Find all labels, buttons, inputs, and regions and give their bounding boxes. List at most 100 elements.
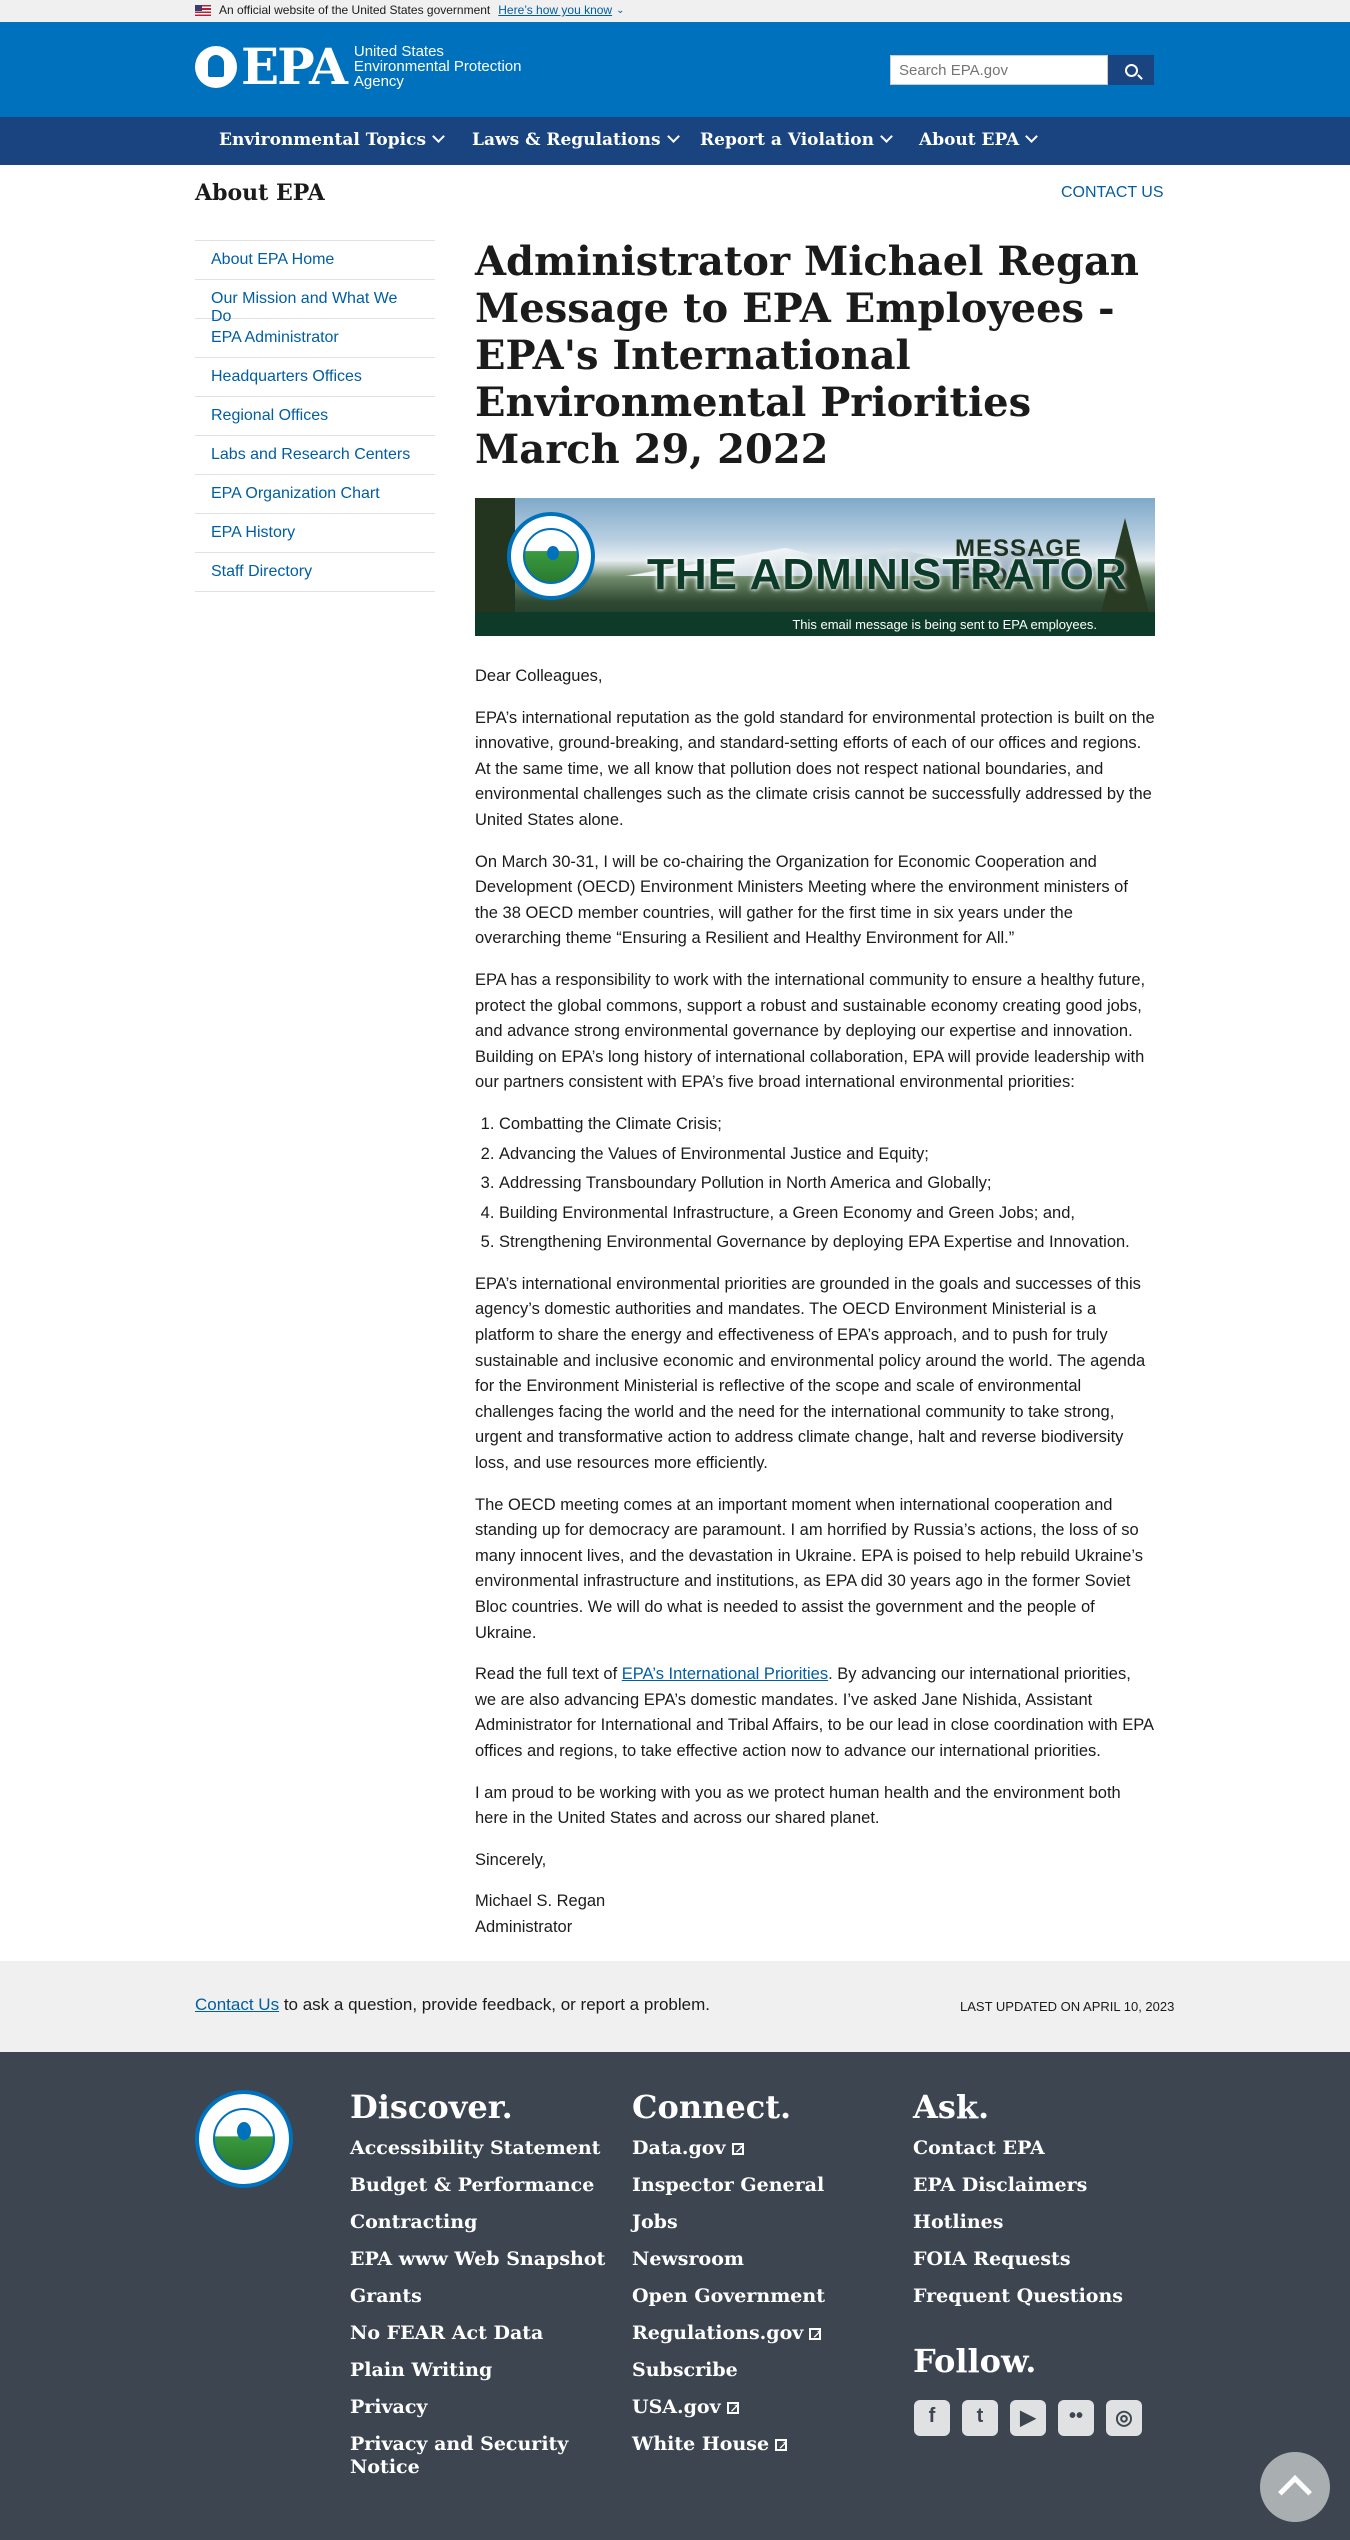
footer-link[interactable]: Contact EPA bbox=[913, 2137, 1123, 2160]
search-icon bbox=[1124, 63, 1138, 77]
us-flag-icon bbox=[195, 4, 211, 16]
paragraph: The OECD meeting comes at an important m… bbox=[475, 1495, 1144, 1642]
nav-laws-regulations[interactable]: Laws & Regulations bbox=[472, 130, 680, 150]
chevron-down-icon bbox=[1025, 130, 1039, 143]
epa-seal-icon bbox=[507, 512, 595, 600]
gov-banner-text: An official website of the United States… bbox=[219, 3, 491, 17]
footer-link[interactable]: USA.gov bbox=[632, 2396, 825, 2420]
epa-seal-icon bbox=[195, 2090, 293, 2188]
nav-about-epa[interactable]: About EPA bbox=[919, 130, 1039, 150]
priorities-list: Combatting the Climate Crisis; Advancing… bbox=[499, 1112, 1155, 1256]
external-link-icon bbox=[731, 2138, 745, 2161]
footer-link[interactable]: Plain Writing bbox=[350, 2359, 605, 2382]
footer-link[interactable]: Jobs bbox=[632, 2211, 825, 2234]
greeting: Dear Colleagues, bbox=[475, 667, 603, 685]
footer-link[interactable]: No FEAR Act Data bbox=[350, 2322, 605, 2345]
footer-link[interactable]: Grants bbox=[350, 2285, 605, 2308]
discover-heading: Discover. bbox=[350, 2088, 513, 2126]
list-item: Strengthening Environmental Governance b… bbox=[499, 1230, 1155, 1256]
external-link-icon bbox=[775, 2434, 788, 2457]
footer-link[interactable]: EPA Disclaimers bbox=[913, 2174, 1123, 2197]
sidebar-item-about-epa-home[interactable]: About EPA Home bbox=[195, 241, 435, 280]
ask-heading: Ask. bbox=[913, 2088, 990, 2126]
chevron-down-icon[interactable]: ⌄ bbox=[616, 5, 624, 16]
footer-link[interactable]: Newsroom bbox=[632, 2248, 825, 2271]
paragraph: I am proud to be working with you as we … bbox=[475, 1783, 1121, 1828]
paragraph: EPA has a responsibility to work with th… bbox=[475, 970, 1146, 1092]
message-body: Dear Colleagues, EPA’s international rep… bbox=[475, 664, 1155, 1957]
banner-note: This email message is being sent to EPA … bbox=[792, 617, 1097, 632]
signature: Michael S. Regan Administrator bbox=[475, 1892, 606, 1936]
site-footer: Discover. Accessibility Statement Budget… bbox=[0, 2052, 1350, 2540]
chevron-down-icon bbox=[432, 130, 445, 143]
search-button[interactable] bbox=[1108, 55, 1154, 85]
footer-link[interactable]: Privacy and Security Notice bbox=[350, 2433, 570, 2479]
sidebar-item-staff-directory[interactable]: Staff Directory bbox=[195, 553, 435, 592]
chevron-down-icon bbox=[666, 130, 680, 143]
last-updated: LAST UPDATED ON APRIL 10, 2023 bbox=[960, 1999, 1175, 2014]
nav-environmental-topics[interactable]: Environmental Topics bbox=[219, 130, 445, 150]
footer-link[interactable]: Data.gov bbox=[632, 2137, 825, 2161]
contact-text: Contact Us to ask a question, provide fe… bbox=[195, 1995, 711, 2014]
sidebar-item-mission[interactable]: Our Mission and What We Do bbox=[195, 280, 435, 325]
paragraph: On March 30-31, I will be co-chairing th… bbox=[475, 852, 1128, 948]
footer-link[interactable]: Privacy bbox=[350, 2396, 605, 2419]
footer-link[interactable]: Open Government bbox=[632, 2285, 825, 2308]
footer-ask: Ask. Contact EPA EPA Disclaimers Hotline… bbox=[913, 2087, 1123, 2322]
epa-logo[interactable]: EPA United States Environmental Protecti… bbox=[195, 36, 522, 96]
page-title: Administrator Michael Regan Message to E… bbox=[475, 238, 1140, 473]
list-item: Combatting the Climate Crisis; bbox=[499, 1112, 1155, 1138]
instagram-icon[interactable]: ◎ bbox=[1106, 2400, 1142, 2436]
contact-strip: Contact Us to ask a question, provide fe… bbox=[0, 1961, 1350, 2052]
sidebar-item-history[interactable]: EPA History bbox=[195, 514, 435, 553]
sidebar-item-regional-offices[interactable]: Regional Offices bbox=[195, 397, 435, 436]
external-link-icon bbox=[726, 2397, 740, 2420]
footer-link[interactable]: Frequent Questions bbox=[913, 2285, 1123, 2308]
logo-text: EPA bbox=[241, 36, 348, 96]
banner-strip: This email message is being sent to EPA … bbox=[475, 612, 1155, 636]
footer-link[interactable]: Accessibility Statement bbox=[350, 2137, 605, 2160]
list-item: Advancing the Values of Environmental Ju… bbox=[499, 1142, 1155, 1168]
contact-us-link[interactable]: CONTACT US bbox=[1061, 184, 1164, 202]
footer-link[interactable]: EPA www Web Snapshot bbox=[350, 2248, 605, 2271]
footer-link[interactable]: Hotlines bbox=[913, 2211, 1123, 2234]
nav-report-violation[interactable]: Report a Violation bbox=[700, 130, 893, 150]
footer-link[interactable]: FOIA Requests bbox=[913, 2248, 1123, 2271]
sidebar-item-headquarters[interactable]: Headquarters Offices bbox=[195, 358, 435, 397]
banner-heading: THE ADMINISTRATOR bbox=[647, 550, 1128, 599]
international-priorities-link[interactable]: EPA’s International Priorities bbox=[622, 1665, 828, 1683]
section-title: About EPA bbox=[195, 180, 325, 206]
chevron-down-icon bbox=[880, 130, 893, 143]
twitter-icon[interactable]: t bbox=[962, 2400, 998, 2436]
footer-link[interactable]: White House bbox=[632, 2433, 825, 2457]
footer-discover: Discover. Accessibility Statement Budget… bbox=[350, 2087, 605, 2493]
youtube-icon[interactable]: ▶ bbox=[1010, 2400, 1046, 2436]
footer-link[interactable]: Inspector General bbox=[632, 2174, 825, 2197]
footer-link[interactable]: Budget & Performance bbox=[350, 2174, 605, 2197]
search-input[interactable]: Search EPA.gov bbox=[890, 55, 1108, 85]
sidebar-nav: About EPA Home Our Mission and What We D… bbox=[195, 240, 435, 592]
footer-link[interactable]: Regulations.gov bbox=[632, 2322, 825, 2346]
back-to-top-button[interactable] bbox=[1260, 2452, 1330, 2522]
flickr-icon[interactable]: •• bbox=[1058, 2400, 1094, 2436]
epa-flower-icon bbox=[195, 45, 237, 88]
footer-connect: Connect. Data.gov Inspector General Jobs… bbox=[632, 2087, 825, 2470]
paragraph: EPA’s international reputation as the go… bbox=[475, 708, 1155, 829]
how-you-know-link[interactable]: Here’s how you know bbox=[498, 3, 612, 17]
gov-banner: An official website of the United States… bbox=[0, 0, 1350, 22]
facebook-icon[interactable]: f bbox=[914, 2400, 950, 2436]
sidebar-item-org-chart[interactable]: EPA Organization Chart bbox=[195, 475, 435, 514]
footer-link[interactable]: Subscribe bbox=[632, 2359, 825, 2382]
site-header: EPA United States Environmental Protecti… bbox=[0, 22, 1350, 117]
footer-link[interactable]: Contracting bbox=[350, 2211, 605, 2234]
list-item: Addressing Transboundary Pollution in No… bbox=[499, 1171, 1155, 1197]
paragraph: EPA’s international environmental priori… bbox=[475, 1274, 1146, 1473]
agency-name: United States Environmental Protection A… bbox=[353, 43, 522, 90]
connect-heading: Connect. bbox=[632, 2088, 792, 2126]
contact-us-footer-link[interactable]: Contact Us bbox=[195, 1995, 279, 2014]
list-item: Building Environmental Infrastructure, a… bbox=[499, 1201, 1155, 1227]
main-content: Administrator Michael Regan Message to E… bbox=[475, 238, 1155, 473]
sidebar-item-labs[interactable]: Labs and Research Centers bbox=[195, 436, 435, 475]
closing: Sincerely, bbox=[475, 1850, 547, 1869]
follow-heading: Follow. bbox=[913, 2342, 1037, 2380]
